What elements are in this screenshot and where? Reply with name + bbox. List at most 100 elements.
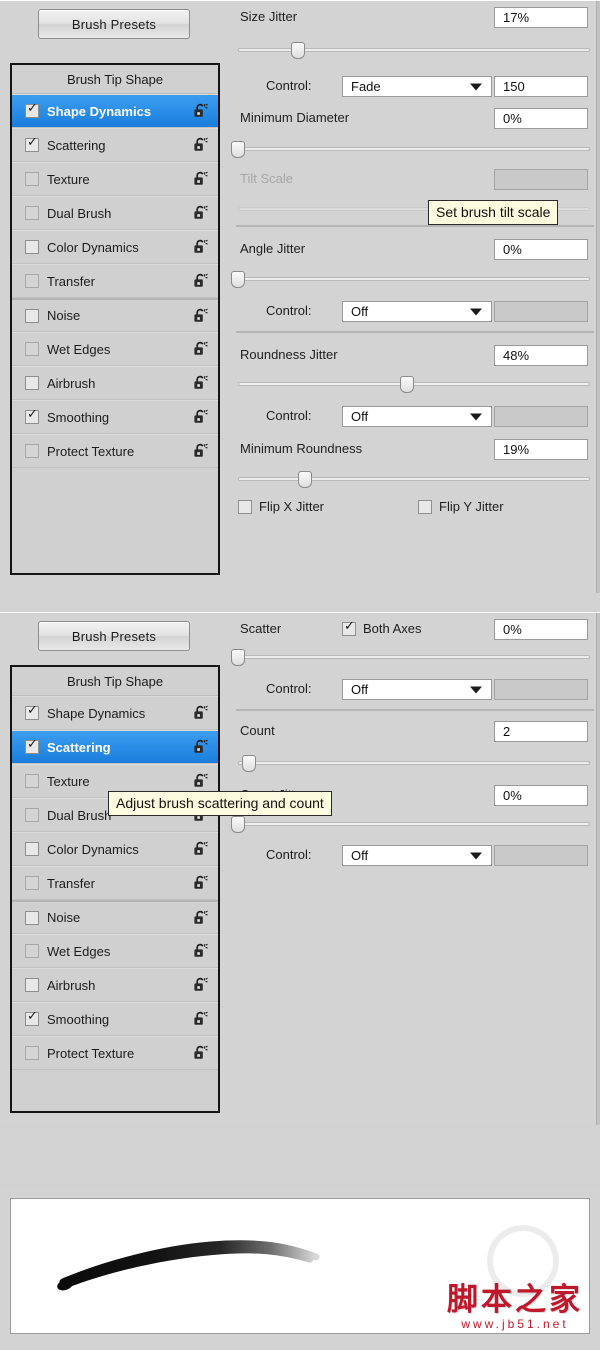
brush-option-row[interactable]: Shape Dynamics [12,94,218,128]
unlock-icon[interactable] [193,841,208,857]
brush-option-row[interactable]: Protect Texture [12,1036,218,1070]
brush-option-row[interactable]: Airbrush [12,366,218,400]
slider-thumb[interactable] [297,471,312,488]
unlock-icon[interactable] [193,375,208,391]
count-value[interactable]: 2 [494,721,588,742]
scatter-slider[interactable] [231,649,590,666]
brush-presets-button-2[interactable]: Brush Presets [38,621,190,651]
slider-thumb[interactable] [231,271,245,288]
minimum-diameter-slider[interactable] [231,141,590,158]
roundness-jitter-value[interactable]: 48% [494,345,588,366]
roundness-jitter-control-select[interactable]: Off [342,406,492,427]
brush-option-row[interactable]: Scattering [12,128,218,162]
brush-option-checkbox[interactable] [25,376,39,390]
brush-option-checkbox[interactable] [25,102,39,118]
brush-option-row[interactable]: Protect Texture [12,434,218,468]
angle-jitter-slider[interactable] [231,271,590,288]
brush-option-row[interactable]: Shape Dynamics [12,696,218,730]
brush-option-row[interactable]: Color Dynamics [12,230,218,264]
brush-option-row[interactable]: Smoothing [12,400,218,434]
flip-x-jitter-checkbox-row[interactable]: Flip X Jitter [238,499,324,514]
brush-presets-button[interactable]: Brush Presets [38,9,190,39]
fade-steps-value[interactable]: 150 [494,76,588,97]
unlock-icon[interactable] [193,910,208,926]
brush-option-checkbox[interactable] [25,808,39,822]
brush-option-checkbox[interactable] [25,408,39,424]
unlock-icon[interactable] [193,443,208,459]
brush-option-row[interactable]: Noise [12,900,218,934]
size-jitter-value[interactable]: 17% [494,7,588,28]
roundness-jitter-slider[interactable] [238,376,590,393]
unlock-icon[interactable] [193,1011,208,1027]
brush-option-row[interactable]: Noise [12,298,218,332]
flip-x-jitter-checkbox[interactable] [238,499,252,514]
brush-option-row[interactable]: Dual Brush [12,196,218,230]
brush-option-row[interactable]: Scattering [12,730,218,764]
flip-y-jitter-checkbox-row[interactable]: Flip Y Jitter [418,499,504,514]
angle-jitter-value[interactable]: 0% [494,239,588,260]
brush-option-checkbox[interactable] [25,910,39,925]
minimum-diameter-value[interactable]: 0% [494,108,588,129]
unlock-icon[interactable] [193,977,208,993]
unlock-icon[interactable] [193,409,208,425]
brush-option-checkbox[interactable] [25,1010,39,1026]
count-slider[interactable] [238,755,590,772]
unlock-icon[interactable] [193,1045,208,1061]
brush-option-row[interactable]: Transfer [12,264,218,298]
both-axes-checkbox[interactable] [342,620,356,636]
unlock-icon[interactable] [193,705,208,721]
brush-option-checkbox[interactable] [25,172,39,186]
slider-thumb[interactable] [231,816,245,833]
size-jitter-control-select[interactable]: Fade [342,76,492,97]
brush-option-checkbox[interactable] [25,342,39,356]
brush-option-checkbox[interactable] [25,274,39,288]
vertical-scrollbar-2[interactable] [596,613,600,1125]
unlock-icon[interactable] [193,273,208,289]
list-header-brush-tip-shape[interactable]: Brush Tip Shape [12,65,218,94]
brush-option-row[interactable]: Wet Edges [12,332,218,366]
brush-option-checkbox[interactable] [25,206,39,220]
brush-option-checkbox[interactable] [25,240,39,254]
unlock-icon[interactable] [193,341,208,357]
count-jitter-slider[interactable] [231,816,590,833]
slider-thumb[interactable] [231,141,245,158]
slider-thumb[interactable] [231,649,245,666]
size-jitter-slider[interactable] [238,42,590,59]
minimum-roundness-slider[interactable] [238,471,590,488]
brush-option-checkbox[interactable] [25,704,39,720]
slider-thumb[interactable] [399,376,414,393]
scatter-value[interactable]: 0% [494,619,588,640]
unlock-icon[interactable] [193,739,208,755]
vertical-scrollbar[interactable] [596,1,600,593]
brush-option-checkbox[interactable] [25,738,39,754]
brush-option-checkbox[interactable] [25,774,39,788]
brush-option-checkbox[interactable] [25,842,39,856]
unlock-icon[interactable] [193,308,208,324]
minimum-roundness-value[interactable]: 19% [494,439,588,460]
brush-option-row[interactable]: Transfer [12,866,218,900]
count-jitter-value[interactable]: 0% [494,785,588,806]
brush-option-checkbox[interactable] [25,876,39,890]
unlock-icon[interactable] [193,773,208,789]
flip-y-jitter-checkbox[interactable] [418,499,432,514]
unlock-icon[interactable] [193,137,208,153]
brush-option-checkbox[interactable] [25,136,39,152]
brush-option-row[interactable]: Wet Edges [12,934,218,968]
unlock-icon[interactable] [193,875,208,891]
unlock-icon[interactable] [193,205,208,221]
slider-thumb[interactable] [290,42,305,59]
brush-option-checkbox[interactable] [25,978,39,992]
brush-option-row[interactable]: Airbrush [12,968,218,1002]
brush-option-checkbox[interactable] [25,944,39,958]
both-axes-checkbox-row[interactable]: Both Axes [342,620,422,636]
unlock-icon[interactable] [193,171,208,187]
list-header-brush-tip-shape-2[interactable]: Brush Tip Shape [12,667,218,696]
unlock-icon[interactable] [193,943,208,959]
unlock-icon[interactable] [193,103,208,119]
brush-option-checkbox[interactable] [25,308,39,323]
count-jitter-control-select[interactable]: Off [342,845,492,866]
brush-option-row[interactable]: Color Dynamics [12,832,218,866]
brush-option-row[interactable]: Smoothing [12,1002,218,1036]
scatter-control-select[interactable]: Off [342,679,492,700]
slider-thumb[interactable] [241,755,256,772]
